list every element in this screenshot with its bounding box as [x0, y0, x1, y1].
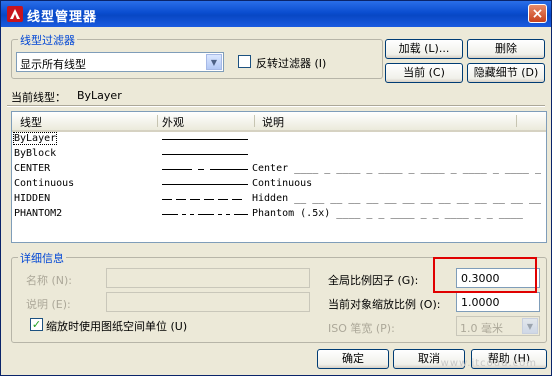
dash-segment — [210, 169, 248, 170]
close-button[interactable]: × — [528, 4, 547, 23]
list-header: 线型 外观 说明 — [12, 112, 546, 132]
linetype-description: Continuous — [252, 178, 313, 189]
name-field — [106, 268, 310, 288]
separator — [7, 105, 545, 107]
linetype-row[interactable]: HIDDEN Hidden __ __ __ __ __ __ __ __ __ … — [12, 192, 546, 207]
linetype-name: PHANTOM2 — [14, 208, 63, 219]
current-linetype-value: ByLayer — [77, 89, 122, 102]
dash-segment — [204, 199, 214, 200]
linetype-description: Phantom (.5x) ____ _ _ ____ _ _ ____ _ _… — [252, 208, 523, 219]
watermark: www.itcoud.com — [440, 358, 537, 369]
annotation-highlight-box — [433, 257, 537, 293]
details-group-title: 详细信息 — [18, 250, 66, 266]
linetype-list[interactable]: 线型 外观 说明 ByLayer ByBlock CENTER Center ____… — [11, 111, 547, 243]
iso-pen-width-combo: 1.0 毫米 ▼ — [456, 316, 540, 336]
current-linetype-label: 当前线型： — [11, 91, 66, 104]
linetype-name: HIDDEN — [14, 193, 51, 204]
linetype-appearance — [162, 169, 248, 170]
filter-combo-value: 显示所有线型 — [20, 58, 86, 71]
column-header-description[interactable]: 说明 — [262, 114, 284, 130]
current-scale-label: 当前对象缩放比例 (O): — [328, 298, 441, 311]
dash-segment — [232, 199, 242, 200]
linetype-name: ByLayer — [12, 132, 58, 145]
linetype-row[interactable]: Continuous Continuous — [12, 177, 546, 192]
dash-segment — [162, 214, 178, 215]
dialog-content: 线型过滤器 显示所有线型 ▼ 反转过滤器 (I) 加载 (L)... 删除 当前… — [5, 27, 547, 371]
dash-segment — [190, 214, 194, 215]
linetype-description: Hidden __ __ __ __ __ __ __ __ __ __ __ … — [252, 193, 541, 204]
filter-group-title: 线型过滤器 — [18, 32, 77, 48]
dash-segment — [182, 214, 186, 215]
linetype-row[interactable]: PHANTOM2 Phantom (.5x) ____ _ _ ____ _ _ … — [12, 207, 546, 222]
invert-filter-checkbox[interactable] — [238, 55, 251, 68]
column-header-appearance[interactable]: 外观 — [162, 114, 184, 130]
hide-details-button[interactable]: 隐藏细节 (D) — [467, 63, 545, 83]
column-header-linetype[interactable]: 线型 — [20, 114, 42, 130]
dash-segment — [162, 169, 192, 170]
linetype-name: Continuous — [14, 178, 75, 189]
dash-segment — [162, 154, 248, 155]
linetype-row[interactable]: CENTER Center ____ _ ____ _ ____ _ ____ _… — [12, 162, 546, 177]
paper-units-checkbox[interactable]: ✓ — [30, 318, 43, 331]
description-label: 说明 (E): — [26, 298, 71, 311]
load-button[interactable]: 加载 (L)... — [385, 39, 463, 59]
linetype-name: ByBlock — [14, 148, 57, 159]
filter-group: 线型过滤器 显示所有线型 ▼ 反转过滤器 (I) — [11, 32, 383, 79]
dash-segment — [176, 199, 186, 200]
window-title: 线型管理器 — [27, 10, 98, 25]
dash-segment — [162, 199, 172, 200]
dash-segment — [226, 214, 230, 215]
dash-segment — [218, 199, 228, 200]
chevron-down-icon[interactable]: ▼ — [206, 54, 222, 70]
dash-segment — [190, 199, 200, 200]
dash-segment — [198, 169, 204, 170]
description-field — [106, 292, 310, 312]
autocad-app-icon — [7, 6, 23, 22]
dash-segment — [234, 214, 248, 215]
filter-combo[interactable]: 显示所有线型 ▼ — [16, 52, 224, 72]
linetype-row[interactable]: ByBlock — [12, 147, 546, 162]
iso-pen-width-value: 1.0 毫米 — [460, 322, 503, 335]
linetype-manager-dialog: 线型管理器 × 线型过滤器 显示所有线型 ▼ 反转过滤器 (I) 加载 (L).… — [0, 0, 552, 376]
global-scale-label: 全局比例因子 (G): — [328, 274, 419, 287]
iso-pen-width-label: ISO 笔宽 (P): — [328, 322, 395, 335]
dash-segment — [218, 214, 222, 215]
name-label: 名称 (N): — [26, 274, 73, 287]
current-scale-value: 1.0000 — [461, 296, 500, 309]
linetype-appearance — [162, 199, 242, 200]
ok-button[interactable]: 确定 — [317, 349, 389, 369]
current-button[interactable]: 当前 (C) — [385, 63, 463, 83]
chevron-down-icon: ▼ — [522, 318, 538, 334]
dash-segment — [162, 139, 248, 140]
delete-button[interactable]: 删除 — [467, 39, 545, 59]
paper-units-label: 缩放时使用图纸空间单位 (U) — [46, 320, 188, 333]
linetype-name: CENTER — [14, 163, 51, 174]
current-scale-field[interactable]: 1.0000 — [456, 292, 540, 312]
linetype-appearance — [162, 214, 248, 215]
linetype-appearance — [162, 139, 248, 140]
dash-segment — [198, 214, 214, 215]
linetype-row[interactable]: ByLayer — [12, 132, 546, 147]
invert-filter-label: 反转过滤器 (I) — [256, 57, 327, 70]
linetype-description: Center ____ _ ____ _ ____ _ ____ _ ____ … — [252, 163, 541, 174]
linetype-appearance — [162, 184, 248, 185]
title-bar: 线型管理器 × — [1, 1, 551, 27]
linetype-appearance — [162, 154, 248, 155]
dash-segment — [162, 184, 248, 185]
